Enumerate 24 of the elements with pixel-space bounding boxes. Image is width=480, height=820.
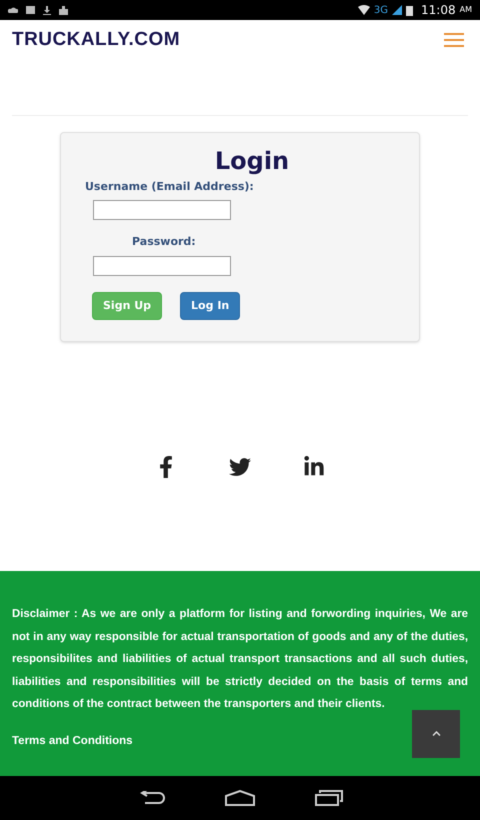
recent-apps-icon[interactable] <box>315 790 343 806</box>
cloud-icon <box>8 6 18 14</box>
clock-meridiem: AM <box>460 4 472 16</box>
network-label: 3G <box>374 4 388 18</box>
linkedin-icon[interactable] <box>303 456 325 478</box>
twitter-icon[interactable] <box>229 456 251 478</box>
username-label: Username (Email Address): <box>85 179 255 195</box>
clock: 11:08 <box>421 2 456 19</box>
wifi-icon <box>358 5 370 15</box>
disclaimer-text: Disclaimer : As we are only a platform for listing and forwording inquiries, We are not in any way responsible for actual transportation of goods and any of the duties, responsibilites and liabilities of actual transport transactions and all such duties, liabilities and responsibilities will be strictly decided on the basis of terms and conditions of the contract between the transporters and their clients. <box>12 607 468 712</box>
home-icon[interactable] <box>225 790 255 806</box>
battery-icon <box>406 4 414 16</box>
signal-icon <box>392 5 402 15</box>
sign-up-button[interactable]: Sign Up <box>92 292 162 320</box>
download-icon <box>43 6 51 14</box>
chevron-up-icon <box>432 729 440 738</box>
username-field[interactable] <box>93 200 231 220</box>
terms-link[interactable]: Terms and Conditions <box>12 732 133 750</box>
bag-icon <box>59 6 68 14</box>
log-in-button[interactable]: Log In <box>180 292 240 320</box>
password-field[interactable] <box>93 256 231 276</box>
site-logo[interactable]: TRUCKALLY.COM <box>12 26 180 54</box>
password-label: Password: <box>132 234 197 250</box>
login-title: Login <box>214 147 290 175</box>
